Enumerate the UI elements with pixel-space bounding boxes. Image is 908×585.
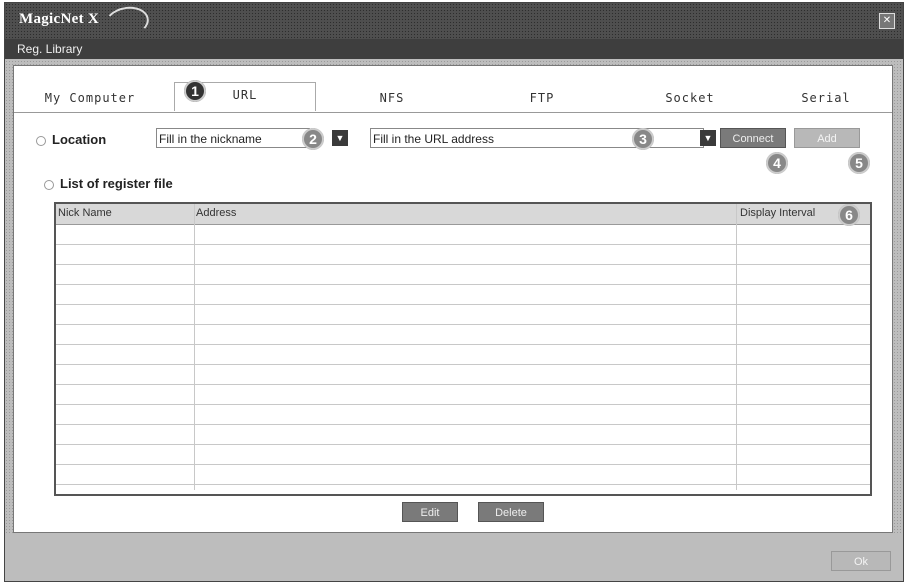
table-row[interactable]: [56, 344, 870, 345]
table-header: Nick Name Address Display Interval: [56, 204, 870, 225]
tab-bar: My Computer URL NFS FTP Socket Serial: [14, 66, 892, 113]
callout-marker-4: 4: [766, 152, 788, 174]
callout-marker-1: 1: [184, 80, 206, 102]
url-dropdown-icon[interactable]: ▼: [700, 130, 716, 146]
callout-marker-5: 5: [848, 152, 870, 174]
column-divider: [194, 204, 195, 490]
location-label-text: Location: [52, 132, 107, 147]
table-row[interactable]: [56, 264, 870, 265]
nickname-dropdown-icon[interactable]: ▼: [332, 130, 348, 146]
table-row[interactable]: [56, 424, 870, 425]
table-row[interactable]: [56, 404, 870, 405]
window-footer: Ok: [5, 535, 903, 581]
callout-marker-3: 3: [632, 128, 654, 150]
window-subtitle: Reg. Library: [17, 42, 83, 56]
register-list-label: List of register file: [44, 176, 173, 191]
table-row[interactable]: [56, 464, 870, 465]
logo-swoosh-icon: [102, 3, 152, 41]
table-row[interactable]: [56, 304, 870, 305]
register-file-table[interactable]: Nick Name Address Display Interval: [54, 202, 872, 496]
register-library-window: MagicNet X ✕ Reg. Library My Computer UR…: [4, 2, 904, 582]
column-header-display-interval[interactable]: Display Interval: [740, 207, 815, 219]
bullet-icon: [44, 179, 54, 190]
window-subtitle-bar: Reg. Library: [5, 39, 903, 59]
table-row[interactable]: [56, 384, 870, 385]
add-button[interactable]: Add: [794, 128, 860, 148]
app-logo: MagicNet X: [19, 11, 100, 27]
tab-socket[interactable]: Socket: [620, 86, 760, 110]
ok-button[interactable]: Ok: [831, 551, 891, 571]
callout-marker-6: 6: [838, 204, 860, 226]
tab-my-computer[interactable]: My Computer: [28, 86, 152, 110]
edit-button[interactable]: Edit: [402, 502, 458, 522]
delete-button[interactable]: Delete: [478, 502, 544, 522]
location-label: Location: [36, 132, 106, 147]
table-row[interactable]: [56, 364, 870, 365]
main-panel: My Computer URL NFS FTP Socket Serial 1 …: [13, 65, 893, 533]
tab-nfs[interactable]: NFS: [320, 86, 464, 110]
table-row[interactable]: [56, 484, 870, 485]
connect-button[interactable]: Connect: [720, 128, 786, 148]
table-row[interactable]: [56, 244, 870, 245]
column-divider: [736, 204, 737, 490]
register-list-label-text: List of register file: [60, 176, 173, 191]
bullet-icon: [36, 135, 46, 146]
column-header-nick-name[interactable]: Nick Name: [58, 207, 112, 219]
table-row[interactable]: [56, 284, 870, 285]
title-bar: MagicNet X ✕: [5, 3, 903, 41]
table-row[interactable]: [56, 324, 870, 325]
tab-ftp[interactable]: FTP: [470, 86, 614, 110]
close-icon[interactable]: ✕: [879, 13, 895, 29]
table-row[interactable]: [56, 444, 870, 445]
column-header-address[interactable]: Address: [196, 207, 236, 219]
nickname-input[interactable]: Fill in the nickname: [156, 128, 310, 148]
tab-serial[interactable]: Serial: [766, 86, 886, 110]
callout-marker-2: 2: [302, 128, 324, 150]
